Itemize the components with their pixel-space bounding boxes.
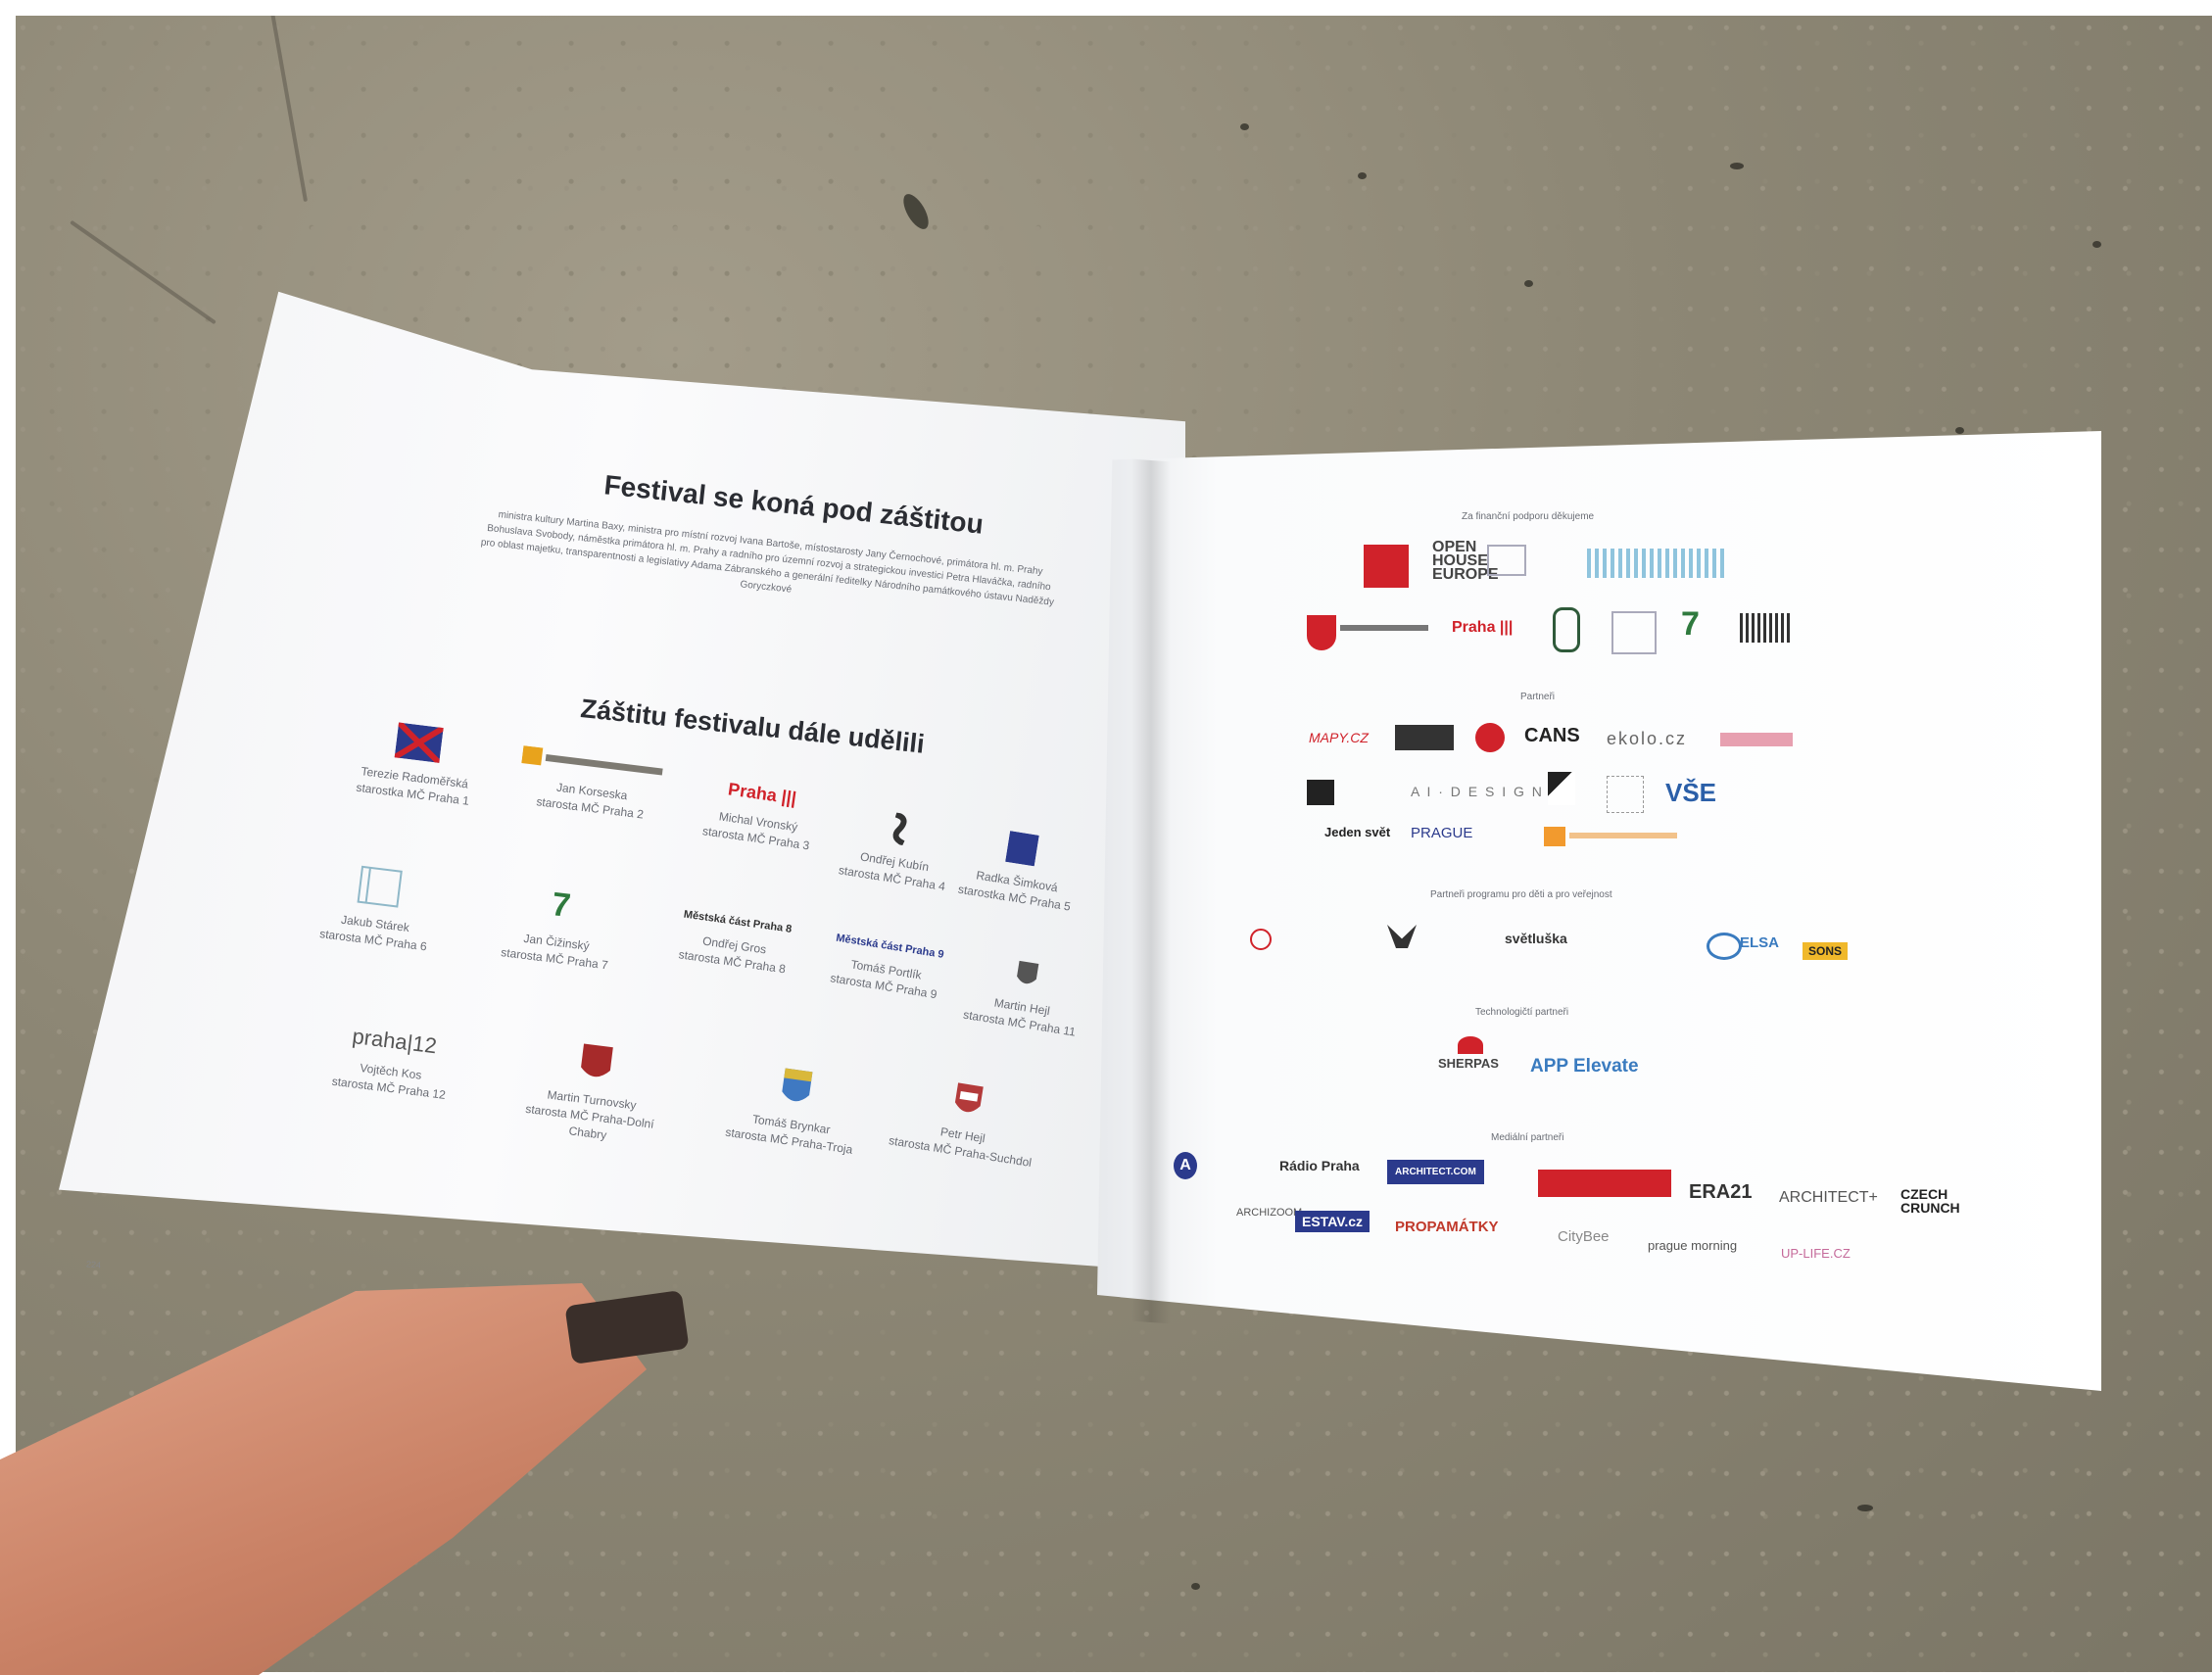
concrete-pit xyxy=(1730,163,1744,169)
section-tech-partners-label: Technologičtí partneři xyxy=(1475,1007,1569,1018)
vse-logo: VŠE xyxy=(1665,778,1717,807)
partner-pink-logo xyxy=(1720,733,1793,746)
czech-crunch-logo: CZECH CRUNCH xyxy=(1900,1186,1960,1216)
cans-logo: CANS xyxy=(1524,725,1580,746)
ai-design-logo: A I · D E S I G N xyxy=(1411,784,1544,799)
concrete-pit xyxy=(1857,1505,1873,1511)
ministry-name-text xyxy=(1340,625,1428,631)
concrete-pit xyxy=(898,190,934,233)
concrete-crack xyxy=(70,219,216,325)
up-life-logo: UP-LIFE.CZ xyxy=(1781,1246,1851,1261)
partner-orange-logo xyxy=(1544,827,1565,846)
archizoom-logo: ARCHIZOOM xyxy=(1236,1207,1303,1219)
concrete-pit xyxy=(1240,123,1249,130)
praha-4-logo-icon xyxy=(892,811,907,846)
praha-6-logo-icon xyxy=(1611,611,1657,654)
media-a-logo: A xyxy=(1174,1152,1197,1179)
section-program-partners-label: Partneři programu pro děti a pro veřejno… xyxy=(1430,889,1612,900)
partner-black-logo xyxy=(1307,780,1334,805)
concrete-pit xyxy=(1358,172,1367,179)
praha-4-logo-icon xyxy=(1553,607,1580,652)
ministry-culture-icon xyxy=(1307,615,1336,650)
prague-morning-logo: prague morning xyxy=(1648,1238,1738,1253)
concrete-pit xyxy=(1191,1583,1200,1590)
ekolo-logo: ekolo.cz xyxy=(1607,729,1688,748)
coat-of-arms-icon xyxy=(394,722,444,763)
praha-7-logo: 7 xyxy=(1681,605,1700,643)
estav-logo: ESTAV.cz xyxy=(1295,1211,1370,1232)
architect-com-logo: ARCHITECT.COM xyxy=(1387,1160,1484,1184)
citybee-logo: CityBee xyxy=(1558,1228,1610,1245)
app-elevate-logo: APP Elevate xyxy=(1530,1056,1639,1077)
sherpas-logo: SHERPAS xyxy=(1438,1056,1499,1071)
elsa-logo: ELSA xyxy=(1740,934,1780,951)
partner-figure-logo xyxy=(1548,772,1575,805)
support-chart-logo xyxy=(1587,549,1724,578)
concrete-pit xyxy=(1524,280,1533,287)
sponsor-dolni-chabry: Martin Turnovsky starosta MČ Praha-Dolní… xyxy=(504,1033,681,1152)
praha-6-logo-icon xyxy=(357,865,403,908)
sherpas-icon xyxy=(1458,1036,1483,1054)
section-media-partners-label: Mediální partneři xyxy=(1491,1132,1564,1143)
propamatky-logo: PROPAMÁTKY xyxy=(1395,1219,1499,1235)
sponsor-red-logo xyxy=(1364,545,1409,588)
radio-praha-logo: Rádio Praha xyxy=(1279,1158,1360,1173)
era21-logo: ERA21 xyxy=(1689,1181,1753,1203)
jeden-svet-logo: Jeden svět xyxy=(1324,825,1391,839)
elsa-ring-icon xyxy=(1707,933,1742,960)
book-gutter xyxy=(1131,458,1171,1324)
praha-5-logo-icon xyxy=(1005,831,1039,867)
coat-of-arms-icon xyxy=(782,1068,813,1102)
concrete-pit xyxy=(2092,241,2101,248)
section-support-label: Za finanční podporu děkujeme xyxy=(1462,511,1595,522)
barcode-logo-icon xyxy=(1740,613,1791,643)
architect-plus-logo: ARCHITECT+ xyxy=(1779,1189,1878,1206)
praha-logo: Praha ||| xyxy=(1452,619,1514,636)
media-red-logo xyxy=(1538,1170,1671,1197)
section-partners-label: Partneři xyxy=(1520,692,1556,702)
concrete-pit xyxy=(1955,427,1964,434)
praha-11-logo-icon xyxy=(1017,960,1039,984)
coat-of-arms-icon xyxy=(954,1082,984,1113)
partner-orange-text xyxy=(1569,833,1677,838)
partner-seal-icon xyxy=(1250,929,1272,950)
mapy-logo: MAPY.CZ xyxy=(1309,730,1369,745)
sons-logo: SONS xyxy=(1803,942,1849,960)
concrete-crack xyxy=(252,16,309,203)
eu-flag-icon xyxy=(1487,545,1526,576)
partner-badge-logo xyxy=(1395,725,1454,750)
page-number: 224 xyxy=(85,1259,102,1270)
partner-grid-logo xyxy=(1607,776,1644,813)
coat-of-arms-icon xyxy=(581,1043,613,1077)
partner-circle-logo xyxy=(1475,723,1505,752)
prague-logo: PRAGUE xyxy=(1411,825,1473,841)
svetluska-logo: světluška xyxy=(1505,931,1567,946)
